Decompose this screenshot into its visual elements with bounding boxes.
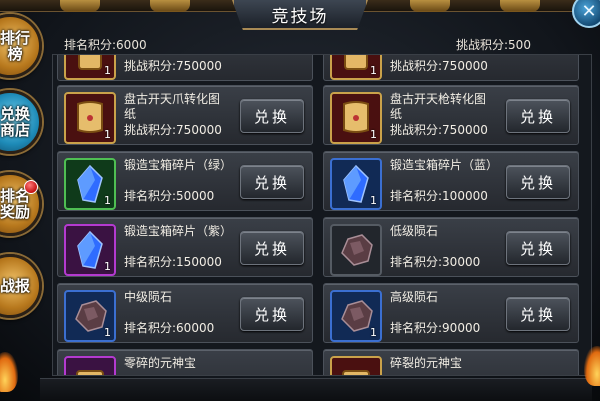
item-thumbnail: 1 bbox=[330, 92, 382, 144]
item-cost: 排名积分:50000 bbox=[124, 189, 215, 203]
item-cost: 挑战积分:750000 bbox=[390, 123, 488, 137]
list-item[interactable]: 1 高级陨石 排名积分:90000 兑换 bbox=[323, 283, 579, 343]
list-item[interactable]: 1 挑战积分:750000 bbox=[57, 55, 313, 81]
list-item[interactable]: 碎裂的元神宝 bbox=[323, 349, 579, 375]
crystal-icon bbox=[343, 164, 369, 203]
list-item[interactable]: 1 锻造宝箱碎片（绿） 排名积分:50000 兑换 bbox=[57, 151, 313, 211]
item-count: 1 bbox=[104, 128, 111, 141]
item-cost: 挑战积分:750000 bbox=[390, 59, 488, 73]
item-count: 1 bbox=[370, 326, 377, 339]
scroll-icon bbox=[76, 370, 104, 375]
crystal-icon bbox=[77, 230, 103, 269]
item-name: 锻造宝箱碎片（紫） bbox=[124, 224, 233, 238]
exchange-button[interactable]: 兑换 bbox=[240, 165, 304, 199]
item-thumbnail: 1 bbox=[330, 290, 382, 342]
item-name: 锻造宝箱碎片（绿） bbox=[124, 158, 233, 172]
notification-badge bbox=[24, 180, 38, 194]
item-name: 锻造宝箱碎片（蓝） bbox=[390, 158, 499, 172]
close-icon: ✕ bbox=[581, 0, 597, 22]
item-name: 盘古开天枪转化图纸 bbox=[390, 92, 487, 121]
exchange-button[interactable]: 兑换 bbox=[240, 99, 304, 133]
list-item[interactable]: 1 盘古开天爪转化图纸 挑战积分:750000 兑换 bbox=[57, 85, 313, 145]
item-name: 盘古开天爪转化图纸 bbox=[124, 92, 221, 121]
item-name: 中级陨石 bbox=[124, 290, 173, 304]
bottom-frame bbox=[40, 378, 592, 401]
item-thumbnail bbox=[330, 356, 382, 375]
item-cost: 排名积分:150000 bbox=[124, 255, 222, 269]
item-cost: 挑战积分:750000 bbox=[124, 59, 222, 73]
item-name: 零碎的元神宝 bbox=[124, 356, 197, 370]
arena-screen: 竞技场 ✕ 排行榜 兑换商店 排名奖励 战报 排名积分:6000 挑战积分:50… bbox=[0, 0, 600, 401]
exchange-button[interactable]: 兑换 bbox=[506, 297, 570, 331]
item-thumbnail: 1 bbox=[64, 55, 116, 80]
list-item[interactable]: 1 挑战积分:750000 bbox=[323, 55, 579, 81]
item-name: 低级陨石 bbox=[390, 224, 439, 238]
item-count: 1 bbox=[104, 326, 111, 339]
tab-label: 战报 bbox=[0, 277, 30, 295]
item-thumbnail bbox=[330, 224, 382, 276]
item-count: 1 bbox=[104, 64, 111, 77]
item-count: 1 bbox=[104, 260, 111, 273]
item-cost: 排名积分:30000 bbox=[390, 255, 481, 269]
tab-leaderboard[interactable]: 排行榜 bbox=[0, 14, 42, 78]
scroll-icon bbox=[342, 370, 370, 375]
item-thumbnail: 1 bbox=[64, 158, 116, 210]
exchange-list[interactable]: 1 挑战积分:750000 1 挑战积分:750000 1 盘古开天爪转化图纸 … bbox=[52, 54, 592, 376]
scroll-icon bbox=[344, 55, 368, 70]
tab-exchange-shop[interactable]: 兑换商店 bbox=[0, 90, 42, 154]
tab-battle-report[interactable]: 战报 bbox=[0, 254, 42, 318]
crystal-icon bbox=[77, 164, 103, 203]
item-count: 1 bbox=[370, 64, 377, 77]
challenge-points: 挑战积分:500 bbox=[456, 38, 531, 52]
top-ornament bbox=[60, 0, 100, 12]
title-banner: 竞技场 bbox=[232, 0, 368, 30]
item-count: 1 bbox=[370, 194, 377, 207]
tab-label: 排行榜 bbox=[0, 29, 30, 63]
tab-label: 兑换商店 bbox=[0, 105, 30, 139]
page-title: 竞技场 bbox=[271, 6, 329, 27]
scroll-icon bbox=[343, 101, 369, 133]
scroll-icon bbox=[78, 55, 102, 70]
exchange-button[interactable]: 兑换 bbox=[240, 231, 304, 265]
top-ornament bbox=[500, 0, 540, 12]
torch-flame-left bbox=[0, 352, 18, 392]
list-item[interactable]: 1 中级陨石 排名积分:60000 兑换 bbox=[57, 283, 313, 343]
list-item[interactable]: 1 盘古开天枪转化图纸 挑战积分:750000 兑换 bbox=[323, 85, 579, 145]
close-button[interactable]: ✕ bbox=[572, 0, 600, 28]
torch-flame-right bbox=[584, 346, 600, 386]
exchange-button[interactable]: 兑换 bbox=[506, 165, 570, 199]
item-count: 1 bbox=[370, 128, 377, 141]
item-thumbnail: 1 bbox=[330, 55, 382, 80]
item-cost: 挑战积分:750000 bbox=[124, 123, 222, 137]
meteorite-icon bbox=[341, 234, 373, 266]
scroll-icon bbox=[77, 101, 103, 133]
item-thumbnail: 1 bbox=[330, 158, 382, 210]
item-thumbnail bbox=[64, 356, 116, 375]
list-item[interactable]: 1 锻造宝箱碎片（紫） 排名积分:150000 兑换 bbox=[57, 217, 313, 277]
list-item[interactable]: 零碎的元神宝 bbox=[57, 349, 313, 375]
list-item[interactable]: 1 锻造宝箱碎片（蓝） 排名积分:100000 兑换 bbox=[323, 151, 579, 211]
list-item[interactable]: 低级陨石 排名积分:30000 兑换 bbox=[323, 217, 579, 277]
top-ornament bbox=[410, 0, 450, 12]
item-name: 碎裂的元神宝 bbox=[390, 356, 463, 370]
item-cost: 排名积分:100000 bbox=[390, 189, 488, 203]
top-ornament bbox=[150, 0, 190, 12]
rank-points: 排名积分:6000 bbox=[64, 38, 147, 52]
item-cost: 排名积分:90000 bbox=[390, 321, 481, 335]
exchange-button[interactable]: 兑换 bbox=[506, 99, 570, 133]
exchange-button[interactable]: 兑换 bbox=[240, 297, 304, 331]
item-thumbnail: 1 bbox=[64, 290, 116, 342]
item-cost: 排名积分:60000 bbox=[124, 321, 215, 335]
item-count: 1 bbox=[104, 194, 111, 207]
item-thumbnail: 1 bbox=[64, 92, 116, 144]
exchange-button[interactable]: 兑换 bbox=[506, 231, 570, 265]
item-thumbnail: 1 bbox=[64, 224, 116, 276]
item-name: 高级陨石 bbox=[390, 290, 439, 304]
